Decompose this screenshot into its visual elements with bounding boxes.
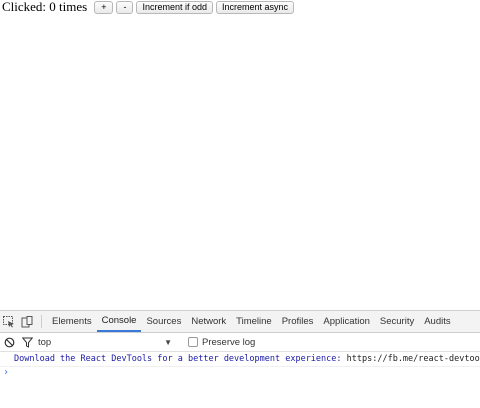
tab-application[interactable]: Application <box>318 311 374 332</box>
devtools-toolbar: Elements Console Sources Network Timelin… <box>0 311 480 333</box>
tab-sources[interactable]: Sources <box>141 311 186 332</box>
devtools-panel: Elements Console Sources Network Timelin… <box>0 310 480 408</box>
decrement-button[interactable]: - <box>116 0 134 14</box>
console-prompt[interactable]: › <box>0 367 480 379</box>
counter-app: Clicked: 0 times + - Increment if odd In… <box>2 0 295 14</box>
filter-icon[interactable] <box>18 337 36 348</box>
inspect-element-icon[interactable] <box>0 311 18 332</box>
counter-text: Clicked: 0 times <box>2 0 88 14</box>
context-selector-value: top <box>38 336 52 348</box>
console-prompt-symbol: › <box>3 367 10 378</box>
toolbar-divider <box>41 315 42 328</box>
device-mode-icon[interactable] <box>18 311 36 332</box>
tab-console[interactable]: Console <box>96 311 142 332</box>
tab-elements[interactable]: Elements <box>47 311 97 332</box>
dropdown-caret-icon: ▼ <box>164 337 172 347</box>
context-selector[interactable]: top ▼ <box>38 337 178 348</box>
increment-if-odd-button[interactable]: Increment if odd <box>136 0 214 14</box>
console-message-link[interactable]: https://fb.me/react-devtools <box>347 354 480 364</box>
console-filter-bar: top ▼ Preserve log <box>0 333 480 352</box>
tab-profiles[interactable]: Profiles <box>277 311 319 332</box>
console-message-text: Download the React DevTools for a better… <box>14 354 347 364</box>
clear-console-icon[interactable] <box>0 337 18 348</box>
tab-audits[interactable]: Audits <box>419 311 455 332</box>
tab-security[interactable]: Security <box>375 311 419 332</box>
increment-async-button[interactable]: Increment async <box>216 0 295 14</box>
preserve-log-label: Preserve log <box>202 336 256 348</box>
tab-timeline[interactable]: Timeline <box>231 311 277 332</box>
console-message: Download the React DevTools for a better… <box>0 352 480 367</box>
preserve-log-checkbox[interactable] <box>188 337 198 347</box>
tab-network[interactable]: Network <box>186 311 231 332</box>
increment-button[interactable]: + <box>94 0 114 14</box>
